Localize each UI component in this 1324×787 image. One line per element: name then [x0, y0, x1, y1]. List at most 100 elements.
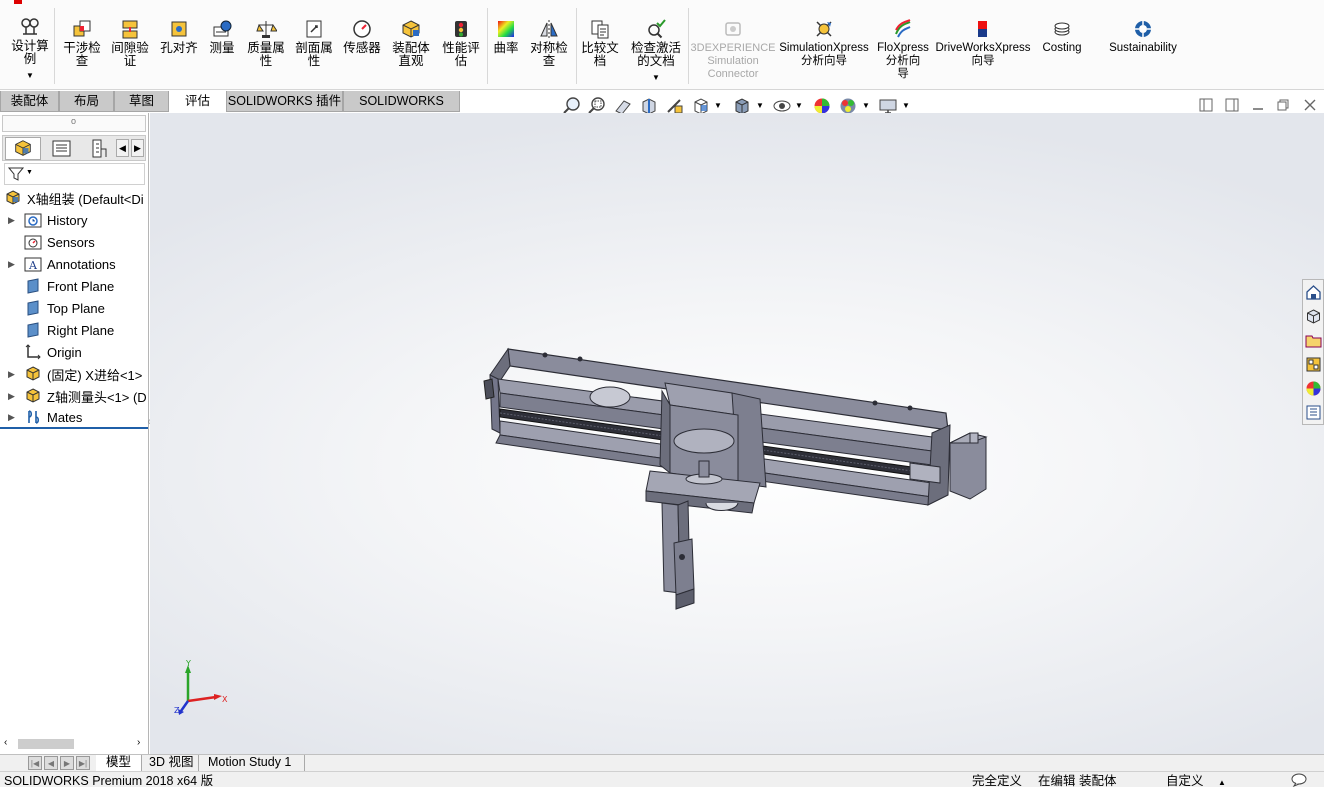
mass-properties-button[interactable]: 质量属 性 [244, 18, 288, 68]
performance-evaluation-button[interactable]: 性能评 估 [438, 18, 484, 68]
file-explorer-icon[interactable] [1305, 332, 1322, 349]
triad-y-label: Y [185, 659, 191, 668]
last-tab-icon[interactable]: ▶| [76, 756, 90, 770]
design-library-icon[interactable] [1305, 308, 1322, 325]
view-settings-dropdown-icon[interactable]: ▼ [902, 101, 910, 110]
tab-solidworks-addins[interactable]: SOLIDWORKS 插件 [226, 91, 343, 112]
compare-documents-button[interactable]: 比较文 档 [578, 18, 622, 68]
first-tab-icon[interactable]: |◀ [28, 756, 42, 770]
restore-window-icon[interactable] [1276, 98, 1290, 112]
close-window-icon[interactable] [1303, 98, 1317, 112]
clearance-verification-button[interactable]: 间隙验 证 [108, 18, 152, 68]
prev-tab-icon[interactable]: ◀ [44, 756, 58, 770]
tile-left-icon[interactable] [1199, 98, 1213, 112]
tab-evaluate[interactable]: 评估 [169, 91, 226, 112]
panel-horizontal-scrollbar[interactable]: ‹ › [2, 737, 147, 751]
tree-item-front-plane[interactable]: ▶ Front Plane [0, 275, 148, 297]
configurationmanager-tab-icon[interactable] [83, 137, 113, 160]
tile-right-icon[interactable] [1225, 98, 1239, 112]
view-orientation-dropdown-icon[interactable]: ▼ [714, 101, 722, 110]
units-dropdown-icon[interactable]: ▲ [1218, 775, 1226, 787]
collapse-handle-icon[interactable]: o [71, 116, 76, 126]
solidworks-resources-icon[interactable] [1305, 284, 1322, 301]
propertymanager-tab-icon[interactable] [43, 137, 79, 160]
sensor-button[interactable]: 传感器 [340, 18, 384, 55]
floxpress-button[interactable]: FloXpress 分析向 导 [874, 18, 932, 81]
symmetry-check-icon [540, 20, 558, 38]
dropdown-arrow-icon[interactable]: ▼ [26, 69, 34, 82]
expand-arrow-icon[interactable]: ▶ [8, 412, 18, 423]
tree-item-x-feed[interactable]: ▶ (固定) X进给<1> [0, 363, 148, 385]
expand-arrow-icon[interactable]: ▶ [8, 391, 18, 402]
hide-show-dropdown-icon[interactable]: ▼ [795, 101, 803, 110]
expand-arrow-icon[interactable]: ▶ [8, 369, 18, 380]
tree-item-right-plane[interactable]: ▶ Right Plane [0, 319, 148, 341]
graphics-area[interactable]: Y X Z [150, 113, 1324, 754]
ribbon-separator [487, 8, 488, 84]
costing-button[interactable]: Costing [1036, 18, 1088, 55]
next-tab-icon[interactable]: ▶ [60, 756, 74, 770]
tree-item-z-probe[interactable]: ▶ Z轴测量头<1> (D [0, 385, 148, 407]
status-product: SOLIDWORKS Premium 2018 x64 版 [4, 774, 214, 787]
tab-motion-study-1[interactable]: Motion Study 1 [203, 755, 305, 771]
subassembly-icon [26, 366, 40, 381]
tab-sketch[interactable]: 草图 [114, 91, 169, 112]
display-style-dropdown-icon[interactable]: ▼ [756, 101, 764, 110]
apply-scene-dropdown-icon[interactable]: ▼ [862, 101, 870, 110]
tree-item-sensors[interactable]: ▶ Sensors [0, 231, 148, 253]
measure-button[interactable]: 测量 [202, 18, 242, 55]
subassembly-icon [26, 388, 40, 403]
sustainability-icon [1135, 21, 1151, 37]
compare-documents-icon [591, 20, 609, 39]
measure-icon [213, 20, 232, 37]
tab-model[interactable]: 模型 [96, 755, 142, 771]
sensor-icon [353, 20, 371, 38]
panel-collapse-bar[interactable]: o [2, 115, 146, 132]
tree-item-top-plane[interactable]: ▶ Top Plane [0, 297, 148, 319]
scroll-right-icon[interactable]: › [137, 737, 140, 748]
tabs-scroll-right-icon[interactable]: ▶ [131, 139, 144, 157]
view-palette-icon[interactable] [1305, 356, 1322, 373]
appearances-scenes-icon[interactable] [1305, 380, 1322, 397]
expand-arrow-icon[interactable]: ▶ [8, 215, 18, 226]
minimize-window-icon[interactable] [1251, 98, 1265, 112]
interference-detection-button[interactable]: 干涉检 查 [60, 18, 104, 68]
custom-properties-icon[interactable] [1305, 404, 1322, 421]
simulationxpress-button[interactable]: SimulationXpress 分析向导 [778, 18, 870, 68]
3dexperience-icon [725, 22, 741, 36]
bottom-tab-bar: |◀ ◀ ▶ ▶| 模型 3D 视图 Motion Study 1 [0, 754, 1324, 771]
tab-assembly[interactable]: 装配体 [0, 91, 59, 112]
section-properties-button[interactable]: 剖面属 性 [292, 18, 336, 68]
tab-solidworks-mbd[interactable]: SOLIDWORKS MBD [343, 91, 460, 128]
tab-3d-views[interactable]: 3D 视图 [144, 755, 200, 771]
tree-root-assembly[interactable]: X轴组装 (Default<Di [0, 187, 148, 209]
check-active-document-button[interactable]: 检查激活 的文档 ▼ [626, 18, 686, 84]
filter-dropdown-icon[interactable]: ▼ [26, 169, 33, 176]
tree-item-mates[interactable]: ▶ Mates [0, 407, 148, 429]
tab-layout[interactable]: 布局 [59, 91, 114, 112]
filter-icon[interactable] [8, 166, 24, 182]
tabs-scroll-left-icon[interactable]: ◀ [116, 139, 129, 157]
help-bubble-icon[interactable] [1291, 773, 1307, 787]
assembly-model-x-axis[interactable] [470, 333, 990, 613]
tree-filter-bar[interactable]: ▼ [4, 163, 145, 185]
tree-item-origin[interactable]: ▶ Origin [0, 341, 148, 363]
driveworksxpress-button[interactable]: DriveWorksXpress 向导 [934, 18, 1032, 68]
tree-item-annotations[interactable]: ▶ A Annotations [0, 253, 148, 275]
featuremanager-tab-icon[interactable] [5, 137, 41, 160]
curvature-button[interactable]: 曲率 [490, 18, 522, 55]
sustainability-button[interactable]: Sustainability [1104, 18, 1182, 55]
task-pane-tabs [1302, 279, 1324, 425]
feature-manager-panel: o ◀ ▶ ▼ X轴组装 (Default<Di ▶ History ▶ Sen… [0, 113, 152, 754]
scroll-thumb[interactable] [18, 739, 74, 749]
status-units[interactable]: 自定义 [1166, 773, 1204, 787]
symmetry-check-button[interactable]: 对称检 查 [526, 18, 572, 68]
tree-item-history[interactable]: ▶ History [0, 209, 148, 231]
assembly-visualization-button[interactable]: 装配体 直观 [388, 18, 434, 68]
expand-arrow-icon[interactable]: ▶ [8, 259, 18, 270]
hole-alignment-button[interactable]: 孔对齐 [157, 18, 201, 55]
design-study-button[interactable]: 设计算 例 ▼ [8, 16, 52, 82]
scroll-left-icon[interactable]: ‹ [4, 737, 7, 748]
dropdown-arrow-icon[interactable]: ▼ [652, 71, 660, 84]
sensors-folder-icon [24, 235, 42, 250]
